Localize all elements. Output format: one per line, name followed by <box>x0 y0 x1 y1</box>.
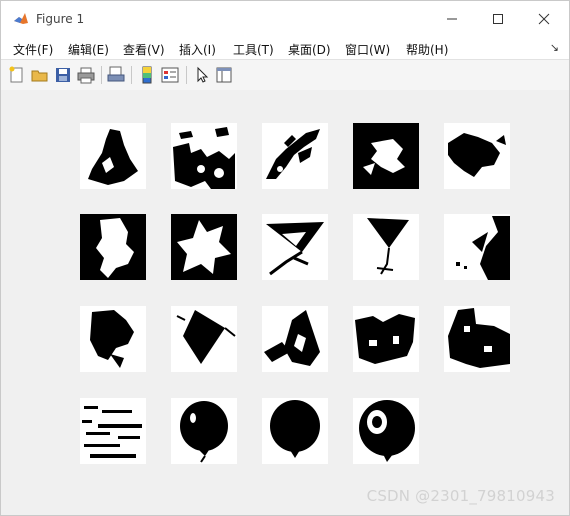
image-tile-scattered-strokes <box>262 123 328 189</box>
print-icon[interactable] <box>77 66 95 84</box>
image-tile-scattered-blobs <box>171 123 237 189</box>
image-tile-scattered-kite <box>262 306 328 372</box>
image-tile-inverted-blob-2 <box>80 214 146 280</box>
close-button[interactable] <box>521 1 567 37</box>
image-tile-balloon-2 <box>262 398 328 464</box>
image-tile-diagonal-kite <box>444 214 510 280</box>
watermark-text: CSDN @2301_79810943 <box>366 487 555 505</box>
menu-insert[interactable]: 插入(I) <box>179 41 216 58</box>
menu-bar: 文件(F) 编辑(E) 查看(V) 插入(I) 工具(T) 桌面(D) 窗口(W… <box>1 37 569 59</box>
menu-tools[interactable]: 工具(T) <box>233 41 274 58</box>
image-tile-kite-balloon <box>353 214 419 280</box>
image-tile-kite-outline <box>262 214 328 280</box>
image-tile-inverted-star <box>171 214 237 280</box>
maximize-icon <box>493 14 503 24</box>
new-figure-icon[interactable] <box>8 66 26 84</box>
image-tile-noisy-blob <box>444 306 510 372</box>
property-editor-icon[interactable] <box>215 66 233 84</box>
image-tile-dark-blob <box>444 123 510 189</box>
menu-help[interactable]: 帮助(H) <box>406 41 448 58</box>
matlab-logo-icon <box>13 11 29 27</box>
minimize-button[interactable] <box>429 1 475 37</box>
menu-window[interactable]: 窗口(W) <box>345 41 390 58</box>
minimize-icon <box>447 18 457 20</box>
maximize-button[interactable] <box>475 1 521 37</box>
toolbar <box>1 59 569 91</box>
menu-view[interactable]: 查看(V) <box>123 41 165 58</box>
toolbar-separator <box>101 66 102 84</box>
image-tile-balloon <box>171 398 237 464</box>
image-tile-ink-blob <box>80 306 146 372</box>
colorbar-icon[interactable] <box>138 66 156 84</box>
image-tile-sparse-noise <box>80 398 146 464</box>
figure-window: Figure 1 文件(F) 编辑(E) 查看(V) 插入(I) 工具(T) 桌… <box>0 0 570 516</box>
title-bar: Figure 1 <box>1 1 569 37</box>
print-preview-icon[interactable] <box>107 66 125 84</box>
select-arrow-icon[interactable] <box>193 66 211 84</box>
menu-edit[interactable]: 编辑(E) <box>68 41 109 58</box>
save-icon[interactable] <box>54 66 72 84</box>
close-icon <box>538 13 550 25</box>
window-title: Figure 1 <box>36 12 85 26</box>
image-tile-cone-shape <box>80 123 146 189</box>
figure-canvas[interactable] <box>1 90 569 515</box>
image-tile-crowd-blob <box>353 306 419 372</box>
image-tile-inverted-blob <box>353 123 419 189</box>
toolbar-separator <box>186 66 187 84</box>
image-tile-diamond-kite <box>171 306 237 372</box>
toolbar-separator <box>131 66 132 84</box>
menu-file[interactable]: 文件(F) <box>13 41 53 58</box>
open-folder-icon[interactable] <box>31 66 49 84</box>
legend-icon[interactable] <box>161 66 179 84</box>
menu-overflow-icon[interactable]: ↘ <box>550 41 559 54</box>
menu-desktop[interactable]: 桌面(D) <box>288 41 331 58</box>
image-tile-balloon-highlight <box>353 398 419 464</box>
